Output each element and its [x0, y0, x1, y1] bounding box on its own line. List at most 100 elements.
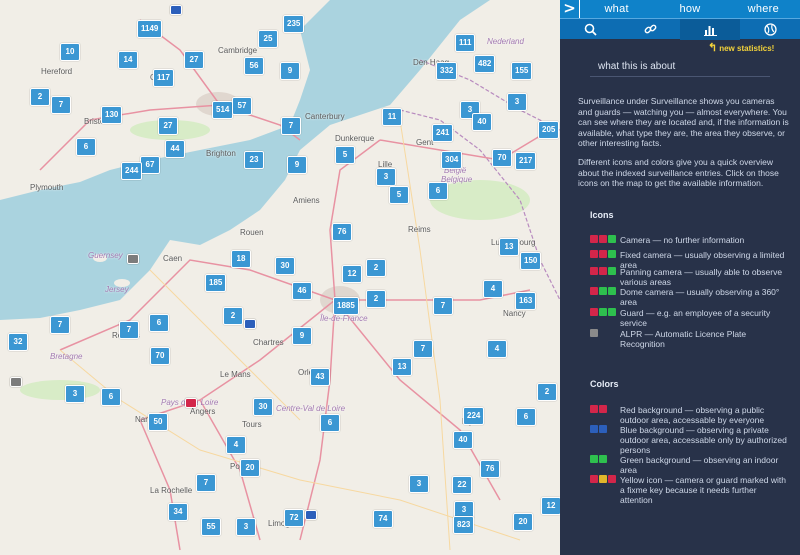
camera-cluster[interactable]: 6 — [76, 138, 96, 156]
camera-cluster[interactable]: 482 — [474, 55, 496, 73]
camera-cluster[interactable]: 1885 — [333, 297, 359, 315]
camera-cluster[interactable]: 205 — [538, 121, 560, 139]
camera-cluster[interactable]: 2 — [537, 383, 557, 401]
camera-cluster[interactable]: 224 — [463, 407, 485, 425]
camera-cluster[interactable]: 217 — [515, 152, 537, 170]
camera-cluster[interactable]: 3 — [376, 168, 396, 186]
camera-cluster[interactable]: 3 — [65, 385, 85, 403]
camera-cluster[interactable]: 4 — [487, 340, 507, 358]
camera-cluster[interactable]: 6 — [101, 388, 121, 406]
camera-cluster[interactable]: 130 — [101, 106, 123, 124]
camera-cluster[interactable]: 235 — [283, 15, 305, 33]
camera-cluster[interactable]: 67 — [140, 156, 160, 174]
camera-cluster[interactable]: 514 — [212, 101, 234, 119]
camera-cluster[interactable]: 2 — [223, 307, 243, 325]
camera-cluster[interactable]: 9 — [280, 62, 300, 80]
camera-cluster[interactable]: 40 — [472, 113, 492, 131]
camera-cluster[interactable]: 117 — [153, 69, 174, 87]
camera-cluster[interactable]: 244 — [121, 162, 143, 180]
statistics-button[interactable] — [680, 18, 740, 40]
camera-cluster[interactable]: 6 — [320, 414, 340, 432]
camera-cluster[interactable]: 185 — [205, 274, 227, 292]
camera-cluster[interactable]: 823 — [453, 516, 475, 534]
camera-cluster[interactable]: 13 — [499, 238, 519, 256]
camera-cluster[interactable]: 27 — [184, 51, 204, 69]
camera-cluster[interactable]: 3 — [507, 93, 527, 111]
camera-cluster[interactable]: 46 — [292, 282, 312, 300]
tab-how[interactable]: how — [653, 3, 726, 15]
camera-marker[interactable] — [185, 398, 197, 408]
camera-marker[interactable] — [170, 5, 182, 15]
camera-cluster[interactable]: 22 — [452, 476, 472, 494]
camera-cluster[interactable]: 7 — [433, 297, 453, 315]
camera-cluster[interactable]: 23 — [244, 151, 264, 169]
camera-cluster[interactable]: 9 — [292, 327, 312, 345]
camera-cluster[interactable]: 12 — [342, 265, 362, 283]
camera-cluster[interactable]: 11 — [382, 108, 402, 126]
camera-cluster[interactable]: 1149 — [137, 20, 163, 38]
camera-cluster[interactable]: 9 — [287, 156, 307, 174]
camera-cluster[interactable]: 7 — [50, 316, 70, 334]
camera-cluster[interactable]: 155 — [511, 62, 533, 80]
camera-cluster[interactable]: 3 — [409, 475, 429, 493]
camera-cluster[interactable]: 6 — [149, 314, 169, 332]
camera-marker[interactable] — [10, 377, 22, 387]
camera-cluster[interactable]: 2 — [366, 259, 386, 277]
camera-cluster[interactable]: 163 — [515, 292, 537, 310]
camera-cluster[interactable]: 27 — [158, 117, 178, 135]
camera-cluster[interactable]: 30 — [275, 257, 295, 275]
search-button[interactable] — [560, 19, 620, 40]
map-view[interactable]: HerefordOxfordCambridgeBristolCanterbury… — [0, 0, 560, 555]
camera-cluster[interactable]: 56 — [244, 57, 264, 75]
camera-cluster[interactable]: 55 — [201, 518, 221, 536]
camera-cluster[interactable]: 57 — [232, 97, 252, 115]
camera-cluster[interactable]: 18 — [231, 250, 251, 268]
camera-cluster[interactable]: 34 — [168, 503, 188, 521]
camera-cluster[interactable]: 4 — [483, 280, 503, 298]
camera-cluster[interactable]: 72 — [284, 509, 304, 527]
camera-cluster[interactable]: 4 — [226, 436, 246, 454]
camera-cluster[interactable]: 304 — [441, 151, 463, 169]
camera-marker[interactable] — [244, 319, 256, 329]
camera-cluster[interactable]: 7 — [281, 117, 301, 135]
camera-cluster[interactable]: 40 — [453, 431, 473, 449]
camera-cluster[interactable]: 7 — [51, 96, 71, 114]
camera-cluster[interactable]: 20 — [240, 459, 260, 477]
camera-cluster[interactable]: 2 — [366, 290, 386, 308]
camera-cluster[interactable]: 25 — [258, 30, 278, 48]
camera-cluster[interactable]: 76 — [480, 460, 500, 478]
camera-cluster[interactable]: 12 — [541, 497, 560, 515]
new-statistics-notice[interactable]: ↰ new statistics! — [708, 41, 774, 54]
camera-cluster[interactable]: 76 — [332, 223, 352, 241]
camera-cluster[interactable]: 43 — [310, 368, 330, 386]
camera-cluster[interactable]: 20 — [513, 513, 533, 531]
camera-cluster[interactable]: 3 — [236, 518, 256, 536]
camera-cluster[interactable]: 10 — [60, 43, 80, 61]
camera-cluster[interactable]: 70 — [492, 149, 512, 167]
camera-cluster[interactable]: 2 — [30, 88, 50, 106]
camera-cluster[interactable]: 7 — [413, 340, 433, 358]
camera-cluster[interactable]: 7 — [119, 321, 139, 339]
camera-cluster[interactable]: 111 — [455, 34, 476, 52]
camera-cluster[interactable]: 5 — [389, 186, 409, 204]
camera-cluster[interactable]: 5 — [335, 146, 355, 164]
camera-cluster[interactable]: 50 — [148, 413, 168, 431]
tab-what[interactable]: what — [580, 3, 653, 15]
camera-cluster[interactable]: 74 — [373, 510, 393, 528]
camera-cluster[interactable]: 14 — [118, 51, 138, 69]
camera-cluster[interactable]: 7 — [196, 474, 216, 492]
camera-cluster[interactable]: 44 — [165, 140, 185, 158]
tab-where[interactable]: where — [727, 3, 800, 15]
globe-button[interactable] — [740, 19, 800, 40]
camera-cluster[interactable]: 332 — [436, 62, 458, 80]
camera-cluster[interactable]: 6 — [428, 182, 448, 200]
camera-marker[interactable] — [127, 254, 139, 264]
camera-cluster[interactable]: 32 — [8, 333, 28, 351]
camera-cluster[interactable]: 70 — [150, 347, 170, 365]
camera-cluster[interactable]: 150 — [520, 252, 542, 270]
link-button[interactable] — [620, 19, 680, 40]
camera-cluster[interactable]: 13 — [392, 358, 412, 376]
collapse-panel-button[interactable]: > — [560, 0, 580, 18]
camera-cluster[interactable]: 30 — [253, 398, 273, 416]
camera-cluster[interactable]: 6 — [516, 408, 536, 426]
